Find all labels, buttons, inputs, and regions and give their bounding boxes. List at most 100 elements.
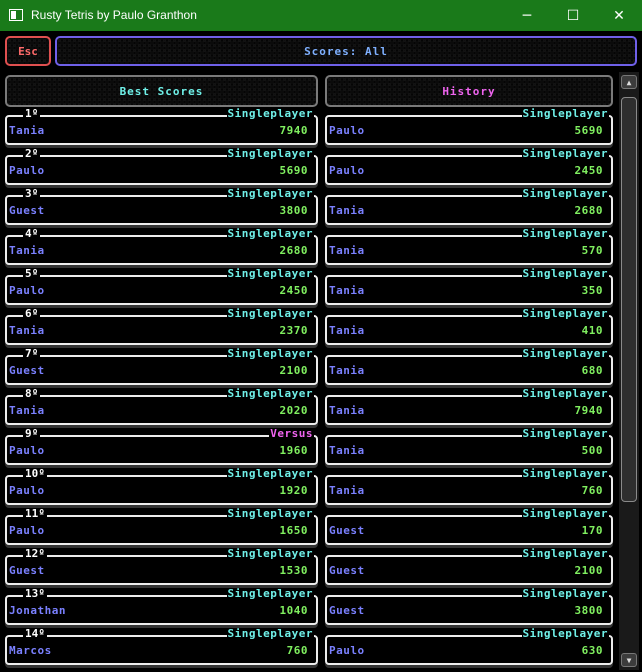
score-value: 1530 [279, 564, 308, 577]
best-score-entry: 3º Singleplayer Guest 3800 [5, 188, 318, 225]
rank-label: 9º [23, 427, 41, 440]
mode-label: Singleplayer [521, 627, 609, 640]
mode-label: Versus [269, 427, 314, 440]
title-bar: Rusty Tetris by Paulo Granthon ─ ☐ ✕ [0, 0, 642, 31]
scroll-down-button[interactable]: ▼ [621, 653, 637, 667]
score-value: 500 [581, 444, 603, 457]
player-name: Paulo [329, 164, 365, 177]
history-entry: Singleplayer Guest 2100 [325, 548, 613, 585]
player-name: Guest [9, 204, 45, 217]
player-name: Paulo [329, 644, 365, 657]
mode-label: Singleplayer [226, 467, 314, 480]
scores-filter[interactable]: Scores: All [55, 36, 637, 66]
scroll-up-button[interactable]: ▲ [621, 75, 637, 89]
player-name: Guest [9, 364, 45, 377]
close-icon: ✕ [613, 7, 625, 24]
score-value: 2450 [279, 284, 308, 297]
mode-label: Singleplayer [521, 507, 609, 520]
player-name: Paulo [9, 484, 45, 497]
history-entry: Singleplayer Tania 760 [325, 468, 613, 505]
player-name: Tania [329, 444, 365, 457]
minimize-icon: ─ [522, 7, 532, 24]
player-name: Paulo [9, 524, 45, 537]
player-name: Guest [9, 564, 45, 577]
best-score-entry: 7º Singleplayer Guest 2100 [5, 348, 318, 385]
mode-label: Singleplayer [521, 547, 609, 560]
vertical-scrollbar[interactable]: ▲ ▼ [619, 72, 639, 670]
rank-label: 6º [23, 307, 41, 320]
best-score-entry: 12º Singleplayer Guest 1530 [5, 548, 318, 585]
game-content: Esc Scores: All Best Scores History 1º Si… [0, 31, 642, 672]
history-title: History [442, 84, 496, 98]
score-value: 170 [581, 524, 603, 537]
player-name: Paulo [9, 164, 45, 177]
score-value: 1960 [279, 444, 308, 457]
mode-label: Singleplayer [521, 467, 609, 480]
mode-label: Singleplayer [226, 627, 314, 640]
mode-label: Singleplayer [226, 387, 314, 400]
best-score-entry: 6º Singleplayer Tania 2370 [5, 308, 318, 345]
rank-label: 5º [23, 267, 41, 280]
rank-label: 13º [23, 587, 47, 600]
score-value: 2100 [279, 364, 308, 377]
best-scores-title: Best Scores [119, 84, 204, 98]
mode-label: Singleplayer [521, 267, 609, 280]
maximize-button[interactable]: ☐ [550, 0, 596, 31]
player-name: Tania [9, 244, 45, 257]
player-name: Paulo [9, 284, 45, 297]
score-value: 350 [581, 284, 603, 297]
mode-label: Singleplayer [521, 307, 609, 320]
score-value: 2680 [574, 204, 603, 217]
score-value: 7940 [279, 124, 308, 137]
mode-label: Singleplayer [226, 587, 314, 600]
mode-label: Singleplayer [521, 347, 609, 360]
rank-label: 12º [23, 547, 47, 560]
history-entry: Singleplayer Tania 350 [325, 268, 613, 305]
history-entry: Singleplayer Paulo 630 [325, 628, 613, 665]
score-value: 2100 [574, 564, 603, 577]
best-score-entry: 13º Singleplayer Jonathan 1040 [5, 588, 318, 625]
score-value: 410 [581, 324, 603, 337]
score-value: 760 [581, 484, 603, 497]
best-score-entry: 8º Singleplayer Tania 2020 [5, 388, 318, 425]
mode-label: Singleplayer [226, 267, 314, 280]
mode-label: Singleplayer [226, 147, 314, 160]
score-value: 1650 [279, 524, 308, 537]
player-name: Tania [329, 204, 365, 217]
mode-label: Singleplayer [226, 187, 314, 200]
mode-label: Singleplayer [521, 147, 609, 160]
mode-label: Singleplayer [521, 587, 609, 600]
history-entry: Singleplayer Paulo 2450 [325, 148, 613, 185]
history-header: History [325, 75, 613, 107]
scrollbar-thumb[interactable] [621, 97, 637, 502]
player-name: Tania [9, 124, 45, 137]
mode-label: Singleplayer [226, 107, 314, 120]
history-entry: Singleplayer Tania 410 [325, 308, 613, 345]
history-entry: Singleplayer Tania 680 [325, 348, 613, 385]
esc-label: Esc [18, 44, 38, 58]
rank-label: 4º [23, 227, 41, 240]
player-name: Tania [329, 484, 365, 497]
mode-label: Singleplayer [226, 547, 314, 560]
close-button[interactable]: ✕ [596, 0, 642, 31]
best-scores-header: Best Scores [5, 75, 318, 107]
player-name: Tania [329, 284, 365, 297]
player-name: Tania [329, 244, 365, 257]
minimize-button[interactable]: ─ [504, 0, 550, 31]
player-name: Paulo [329, 124, 365, 137]
score-value: 2370 [279, 324, 308, 337]
score-value: 2450 [574, 164, 603, 177]
best-score-entry: 5º Singleplayer Paulo 2450 [5, 268, 318, 305]
score-value: 760 [286, 644, 308, 657]
best-score-entry: 9º Versus Paulo 1960 [5, 428, 318, 465]
history-entry: Singleplayer Guest 3800 [325, 588, 613, 625]
rank-label: 14º [23, 627, 47, 640]
best-score-entry: 11º Singleplayer Paulo 1650 [5, 508, 318, 545]
player-name: Jonathan [9, 604, 66, 617]
score-value: 680 [581, 364, 603, 377]
player-name: Paulo [9, 444, 45, 457]
best-score-entry: 1º Singleplayer Tania 7940 [5, 108, 318, 145]
esc-button[interactable]: Esc [5, 36, 51, 66]
history-entry: Singleplayer Tania 2680 [325, 188, 613, 225]
rank-label: 1º [23, 107, 41, 120]
